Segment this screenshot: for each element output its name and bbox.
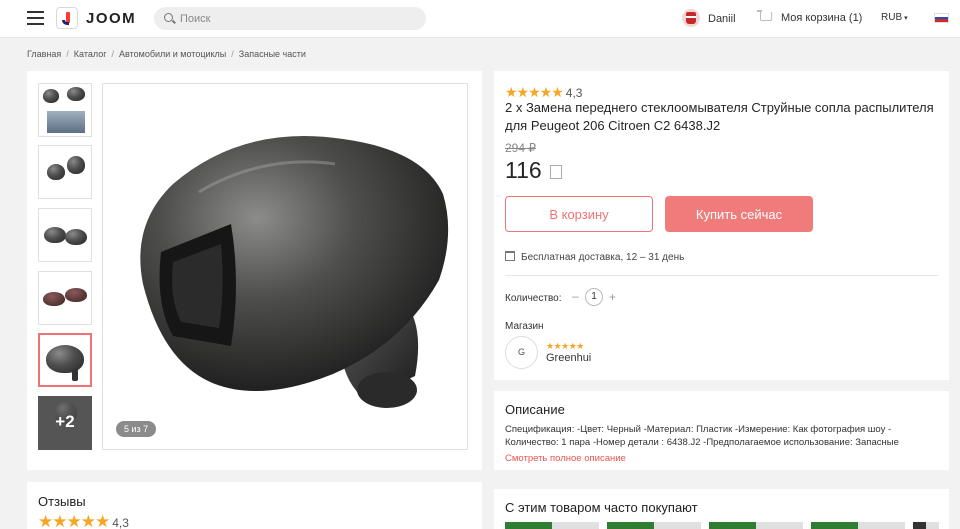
product-gallery: +2 5 из 7 [27, 71, 482, 470]
recommendation-item[interactable] [607, 522, 701, 529]
cart-icon [757, 10, 772, 21]
reviews-card: Отзывы ★★★★★ 4,3 [27, 482, 482, 529]
description-card: Описание Спецификация: -Цвет: Черный -Ма… [494, 391, 949, 470]
delivery-text: Бесплатная доставка, 12 – 31 день [521, 252, 685, 263]
thumbnail-more[interactable]: +2 [38, 396, 92, 450]
reviews-rating-value: 4,3 [112, 516, 129, 529]
frequently-bought-card: С этим товаром часто покупают [494, 489, 949, 529]
recommendation-item[interactable] [913, 522, 939, 529]
shop-avatar[interactable]: G [505, 336, 538, 369]
joom-logo-icon[interactable] [56, 7, 78, 29]
search-box[interactable] [154, 7, 426, 30]
search-icon [164, 13, 173, 22]
thumbnail-nozzle-image [46, 345, 84, 373]
add-to-cart-button[interactable]: В корзину [505, 196, 653, 232]
frequently-bought-title: С этим товаром часто покупают [505, 500, 698, 515]
shop-name[interactable]: Greenhui [546, 352, 591, 364]
thumbnail-nozzle-image [67, 156, 85, 174]
main-product-image[interactable]: 5 из 7 [102, 83, 468, 450]
breadcrumb-separator: / [111, 49, 115, 59]
recommendation-item[interactable] [709, 522, 803, 529]
thumbnail-nozzle-image [65, 288, 87, 302]
recommendation-item[interactable] [505, 522, 599, 529]
shop-label: Магазин [505, 321, 544, 332]
product-info: ★★★★★ 4,3 2 x Замена переднего стеклоомыв… [494, 71, 949, 380]
thumbnail-nozzle-image [65, 229, 87, 245]
logo-text[interactable]: JOOM [86, 10, 136, 27]
top-header: JOOM Daniil Моя корзина (1) RUB▾ [0, 0, 960, 38]
thumbnail-1[interactable] [38, 83, 92, 137]
calendar-icon [505, 251, 515, 261]
quantity-increase-button[interactable]: + [609, 290, 616, 304]
star-icons: ★★★★★ [38, 512, 110, 529]
breadcrumb-home[interactable]: Главная [27, 49, 61, 59]
thumbnail-nozzle-tip [72, 369, 78, 381]
recommendation-item[interactable] [811, 522, 905, 529]
rating-value: 4,3 [565, 86, 583, 100]
reviews-rating[interactable]: ★★★★★ 4,3 [38, 512, 129, 529]
thumbnail-nozzle-image [43, 292, 65, 306]
breadcrumb-catalog[interactable]: Каталог [74, 49, 107, 59]
quantity-decrease-button[interactable]: – [572, 289, 579, 303]
shop-rating-stars: ★★★★★ [546, 341, 584, 351]
currency-value[interactable]: RUB [881, 12, 902, 23]
currency-selector[interactable]: RUB ▾ [881, 12, 908, 23]
thumbnail-4[interactable] [38, 271, 92, 325]
price-value: 116 [505, 157, 542, 183]
washer-nozzle-image [140, 136, 449, 408]
chevron-down-icon: ▾ [904, 15, 908, 22]
thumbnail-5[interactable] [38, 333, 92, 387]
user-name[interactable]: Daniil [708, 13, 736, 25]
current-price: 116 [505, 157, 562, 184]
description-text: Спецификация: -Цвет: Черный -Материал: П… [505, 424, 899, 448]
cart-label[interactable]: Моя корзина (1) [781, 12, 862, 24]
thumbnail-nozzle-image [43, 89, 59, 103]
star-icons: ★★★★★ [505, 84, 564, 100]
thumbnail-3[interactable] [38, 208, 92, 262]
breadcrumb-auto[interactable]: Автомобили и мотоциклы [119, 49, 226, 59]
thumbnail-nozzle-image [67, 87, 85, 101]
breadcrumb-separator: / [231, 49, 234, 59]
quantity-value[interactable]: 1 [585, 288, 603, 306]
product-title: 2 x Замена переднего стеклоомывателя Стр… [505, 100, 934, 133]
reviews-title: Отзывы [38, 494, 86, 509]
divider [505, 275, 938, 276]
old-price: 294 ₽ [505, 141, 536, 155]
search-input[interactable] [180, 10, 410, 27]
full-description-link[interactable]: Смотреть полное описание [505, 453, 626, 464]
currency-icon [549, 165, 562, 179]
quantity-label: Количество: [505, 293, 562, 304]
flag-stripe-red [935, 19, 948, 22]
avatar[interactable] [682, 9, 700, 27]
thumbnail-nozzle-image [44, 227, 66, 243]
thumbnail-car-image [47, 111, 85, 133]
russia-flag-icon[interactable] [934, 13, 949, 23]
delivery-info: Бесплатная доставка, 12 – 31 день [505, 251, 684, 263]
buy-now-button[interactable]: Купить сейчас [665, 196, 813, 232]
thumbnail-2[interactable] [38, 145, 92, 199]
description-title: Описание [505, 402, 565, 417]
breadcrumb: Главная / Каталог / Автомобили и мотоциклы / З… [27, 49, 306, 59]
image-counter: 5 из 7 [116, 421, 157, 437]
breadcrumb-parts[interactable]: Запасные части [239, 49, 306, 59]
thumbnail-nozzle-image [47, 164, 65, 180]
breadcrumb-separator: / [66, 49, 69, 59]
menu-icon[interactable] [27, 11, 44, 25]
more-images-label: +2 [55, 412, 75, 431]
